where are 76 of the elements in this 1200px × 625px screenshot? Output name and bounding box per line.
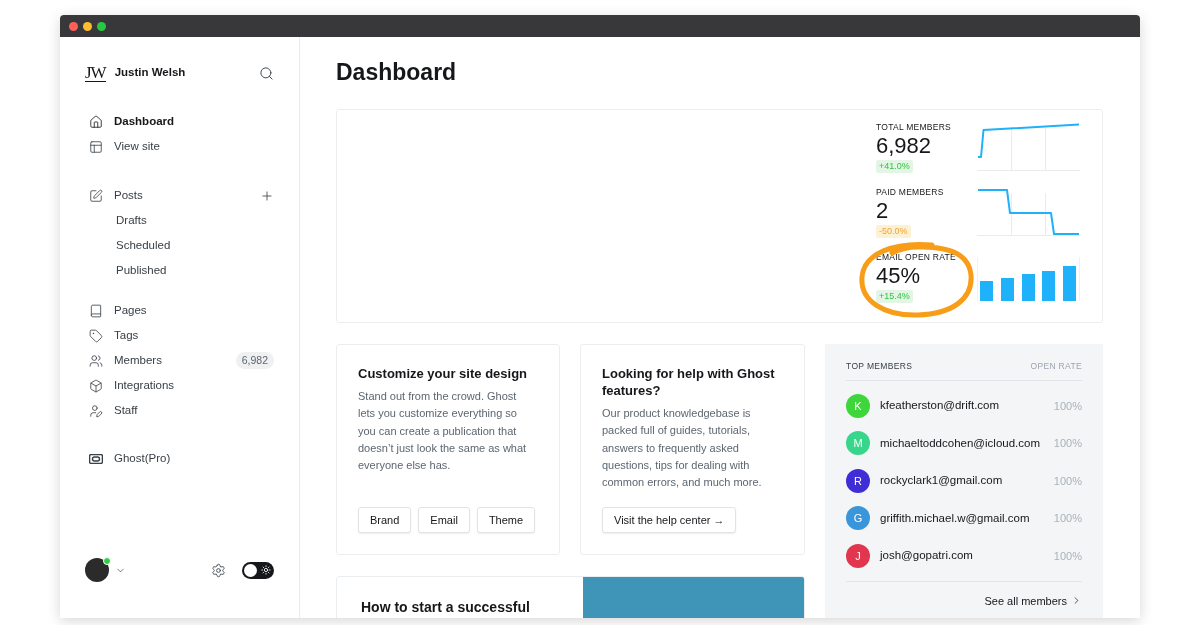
card-text: Our product knowledgebase is packed full of guides, tutorials, answers to frequently asked questions, tips for dealing with common errors, and much more.	[602, 406, 763, 491]
open-rate-value: 100%	[1053, 473, 1082, 489]
search-icon	[259, 65, 274, 81]
member-avatar: R	[846, 468, 870, 493]
logo: JW	[85, 64, 106, 82]
open-rate-value: 100%	[1053, 436, 1082, 451]
member-avatar: M	[846, 431, 870, 456]
theme-toggle[interactable]	[242, 561, 274, 579]
page-title: Dashboard	[336, 58, 458, 87]
tag-icon	[89, 328, 103, 343]
column-heading: OPEN RATE	[1030, 361, 1082, 371]
post-title: How to start a successful	[361, 599, 530, 615]
nav-item[interactable]: Staff	[85, 398, 274, 423]
chart-bar	[980, 281, 993, 301]
stat-value: 45%	[876, 263, 921, 289]
member-email: griffith.michael.w@gmail.com	[880, 510, 1030, 526]
card-action-button[interactable]: Visit the help center →	[602, 507, 737, 533]
search-button[interactable]	[259, 65, 274, 81]
card-title: Customize your site design	[358, 365, 529, 382]
nav-item[interactable]: Posts	[85, 183, 254, 208]
nav-item[interactable]: Dashboard	[85, 109, 274, 134]
close-icon[interactable]	[69, 21, 78, 31]
panel-heading: TOP MEMBERS	[846, 361, 913, 371]
minimize-icon[interactable]	[83, 21, 92, 31]
chart-bar	[1001, 278, 1014, 301]
member-email: michaeltoddcohen@icloud.com	[880, 435, 1040, 451]
stat-label: TOTAL MEMBERS	[876, 122, 951, 133]
member-avatar: K	[846, 393, 870, 418]
card-text: Stand out from the crowd. Ghost lets you customize everything so you can create a publication that doesn’t just look the same as what everyone else has.	[358, 389, 528, 474]
nav-item[interactable]: Pages	[85, 298, 274, 323]
open-rate-value: 100%	[1053, 548, 1082, 564]
member-avatar: G	[846, 506, 870, 531]
open-rate-value: 100%	[1053, 398, 1082, 414]
user-avatar[interactable]	[85, 558, 109, 582]
nav-subitem[interactable]: Drafts	[85, 208, 274, 233]
stat-value: 2	[876, 198, 889, 224]
chart-bar	[1042, 271, 1055, 301]
zoom-icon[interactable]	[97, 21, 106, 31]
see-all-members-link[interactable]: See all members	[984, 593, 1082, 608]
cube-icon	[89, 378, 103, 393]
member-email: rockyclark1@gmail.com	[880, 473, 1003, 489]
nav-item[interactable]: Integrations	[85, 373, 274, 398]
home-icon	[89, 114, 103, 129]
open-rate-value: 100%	[1053, 511, 1082, 526]
stat-value: 6,982	[876, 133, 932, 159]
card-icon	[89, 453, 103, 464]
book-icon	[89, 303, 103, 318]
layout-icon	[89, 139, 103, 154]
nav-subitem[interactable]: Scheduled	[85, 233, 274, 258]
nav-subitem[interactable]: Published	[85, 258, 274, 283]
change-badge: +41.0%	[876, 160, 913, 173]
nav-item[interactable]: View site	[85, 134, 274, 159]
nav-item[interactable]: Tags	[85, 323, 274, 348]
card-title: Looking for help with Ghost features?	[602, 365, 776, 399]
stat-label: PAID MEMBERS	[876, 187, 944, 198]
change-badge: -50.0%	[876, 225, 911, 238]
member-email: josh@gopatri.com	[880, 548, 973, 564]
card-action-button[interactable]: Theme	[476, 507, 536, 533]
member-avatar: J	[846, 543, 870, 568]
toggle-knob-icon	[244, 563, 257, 577]
nav-item[interactable]: Ghost(Pro)	[85, 446, 274, 471]
count-badge: 6,982	[235, 352, 274, 369]
nav-item[interactable]: Members 6,982	[85, 348, 274, 373]
people-icon	[89, 353, 103, 368]
card-action-button[interactable]: Email	[418, 507, 470, 533]
settings-icon[interactable]	[211, 562, 226, 578]
member-email: kfeatherston@drift.com	[880, 398, 1000, 414]
site-name: Justin Welsh	[114, 65, 186, 81]
pencil-square-icon	[89, 188, 103, 203]
chart-bar	[1022, 274, 1035, 301]
plus-icon	[260, 188, 274, 203]
chart-bar	[1063, 266, 1076, 301]
person-pencil-icon	[89, 403, 103, 418]
sun-icon	[261, 565, 271, 575]
card-action-button[interactable]: Brand	[358, 507, 412, 533]
change-badge: +15.4%	[876, 290, 913, 303]
